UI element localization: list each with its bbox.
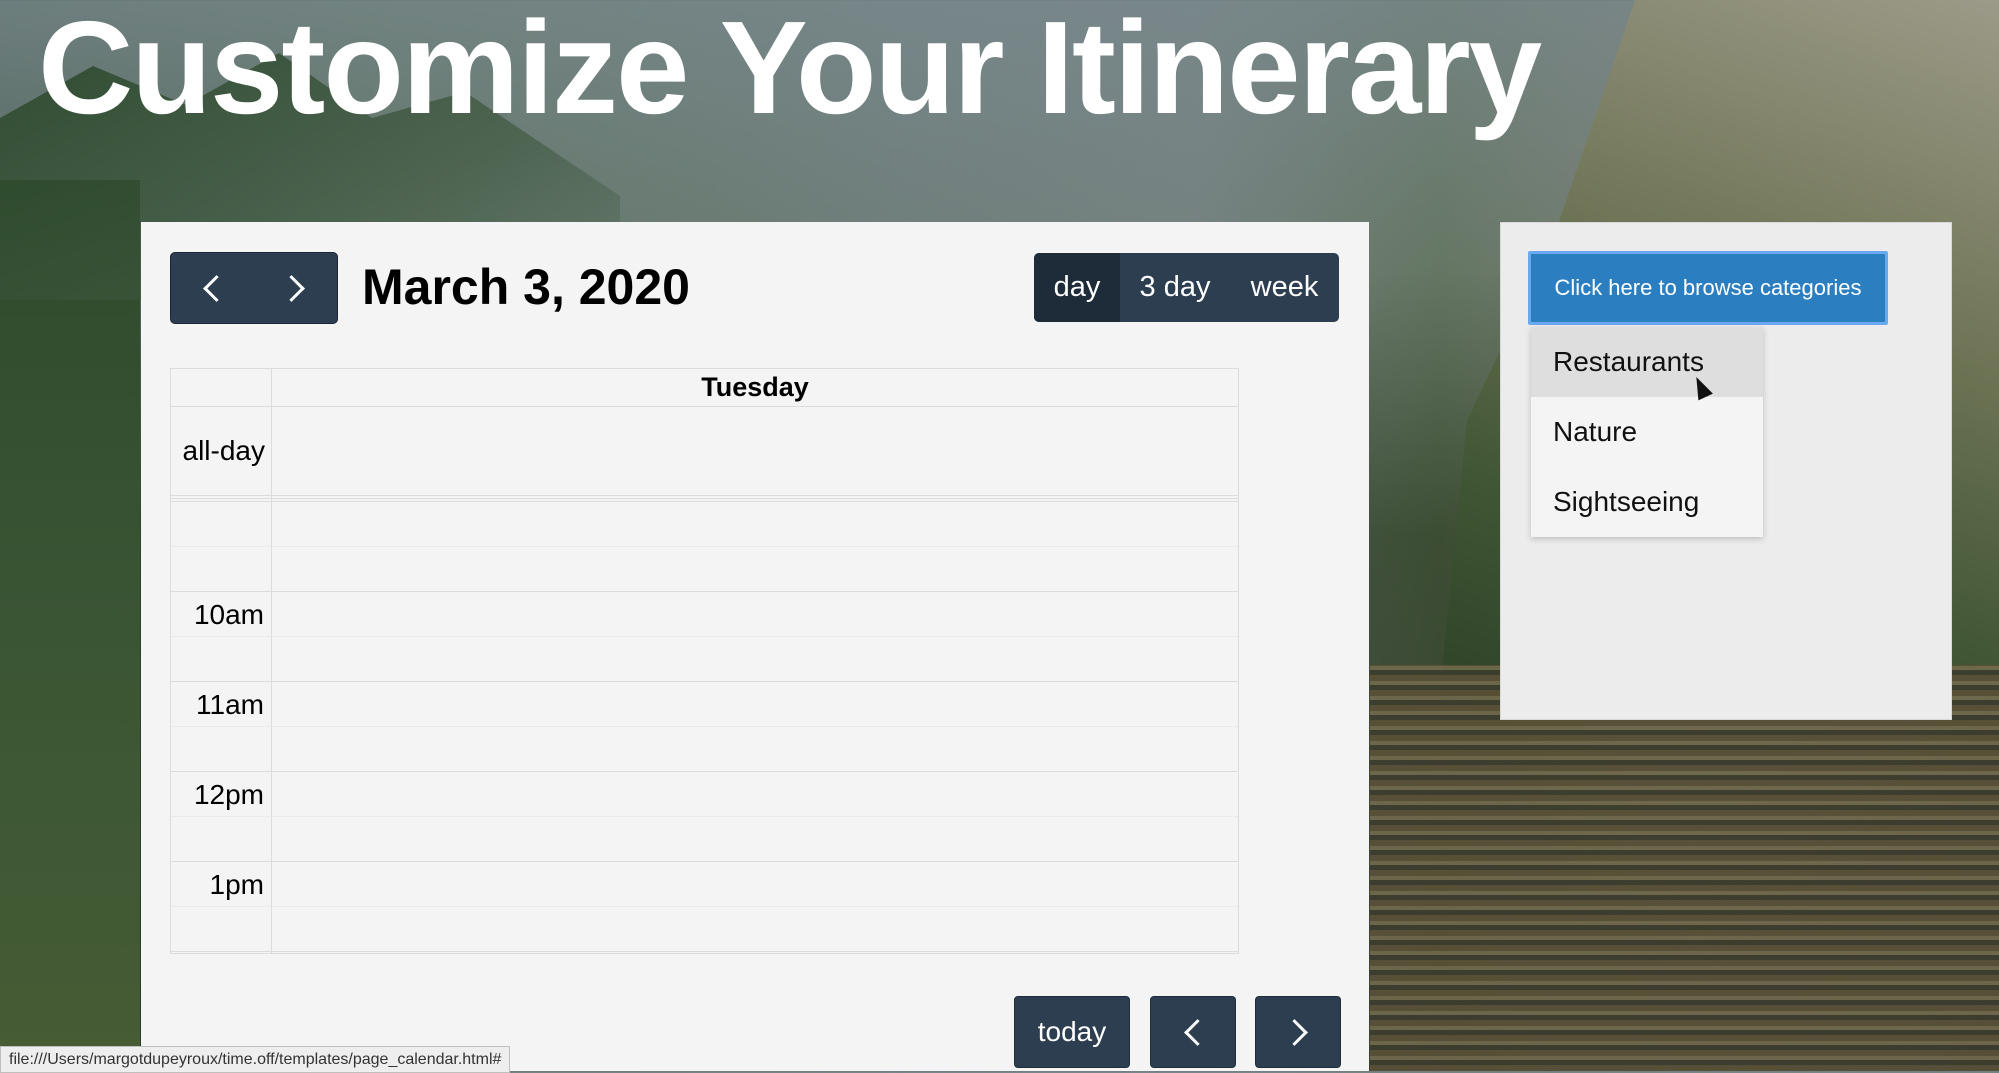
time-slot[interactable]: 12pm <box>171 771 1238 816</box>
time-slot[interactable]: 10am <box>171 591 1238 636</box>
category-panel: Click here to browse categories Restaura… <box>1500 222 1952 720</box>
status-bar-url: file:///Users/margotdupeyroux/time.off/t… <box>0 1046 511 1073</box>
today-button[interactable]: today <box>1014 996 1130 1068</box>
time-slot-label <box>171 817 271 862</box>
time-slot-label <box>171 727 271 772</box>
chevron-left-icon <box>1183 1018 1211 1046</box>
time-slot-label: 11am <box>196 689 264 720</box>
view-week-button[interactable]: week <box>1230 253 1339 322</box>
time-slot-label: 10am <box>193 599 264 630</box>
time-slot[interactable]: 2pm <box>171 951 1238 953</box>
category-item-nature[interactable]: Nature <box>1531 397 1763 467</box>
calendar-card: March 3, 2020 day 3 day week Tuesday all… <box>141 222 1369 1071</box>
footer-prev-button[interactable] <box>1150 996 1236 1068</box>
time-slot-label <box>171 547 271 592</box>
time-slot[interactable]: 11am <box>171 681 1238 726</box>
day-header-row: Tuesday <box>171 369 1238 407</box>
allday-row[interactable]: all-day <box>171 407 1238 499</box>
time-slot[interactable] <box>171 906 1238 951</box>
time-slot-label: 2pm <box>171 952 271 953</box>
allday-label: all-day <box>182 435 265 466</box>
page-title: Customize Your Itinerary <box>38 0 1542 141</box>
time-slots: 10am 11am 12pm 1pm 2pm <box>171 501 1238 953</box>
day-header: Tuesday <box>701 372 809 402</box>
view-day-button[interactable]: day <box>1034 253 1120 322</box>
time-slot[interactable] <box>171 636 1238 681</box>
time-slot[interactable] <box>171 816 1238 861</box>
calendar-grid: Tuesday all-day 10am 11am 12pm 1pm 2pm <box>170 368 1239 954</box>
category-item-sightseeing[interactable]: Sightseeing <box>1531 467 1763 537</box>
background-forest <box>0 180 140 1071</box>
time-slot-label <box>171 907 271 952</box>
time-slot-label <box>171 502 271 547</box>
time-slot[interactable] <box>171 501 1238 546</box>
time-slot-label: 12pm <box>193 779 264 810</box>
time-slot-label <box>171 637 271 682</box>
time-slot[interactable] <box>171 546 1238 591</box>
time-slot-label: 1pm <box>209 869 264 900</box>
calendar-title: March 3, 2020 <box>362 259 690 315</box>
time-slot[interactable] <box>171 726 1238 771</box>
footer-next-button[interactable] <box>1255 996 1341 1068</box>
time-slot[interactable]: 1pm <box>171 861 1238 906</box>
chevron-right-icon <box>1280 1018 1308 1046</box>
category-dropdown-menu: Restaurants Nature Sightseeing <box>1531 327 1763 537</box>
view-switcher: day 3 day week <box>1034 253 1339 322</box>
view-3day-button[interactable]: 3 day <box>1120 253 1230 322</box>
browse-categories-button[interactable]: Click here to browse categories <box>1528 251 1888 325</box>
background-lake <box>1370 665 1999 1071</box>
category-item-restaurants[interactable]: Restaurants <box>1531 327 1763 397</box>
